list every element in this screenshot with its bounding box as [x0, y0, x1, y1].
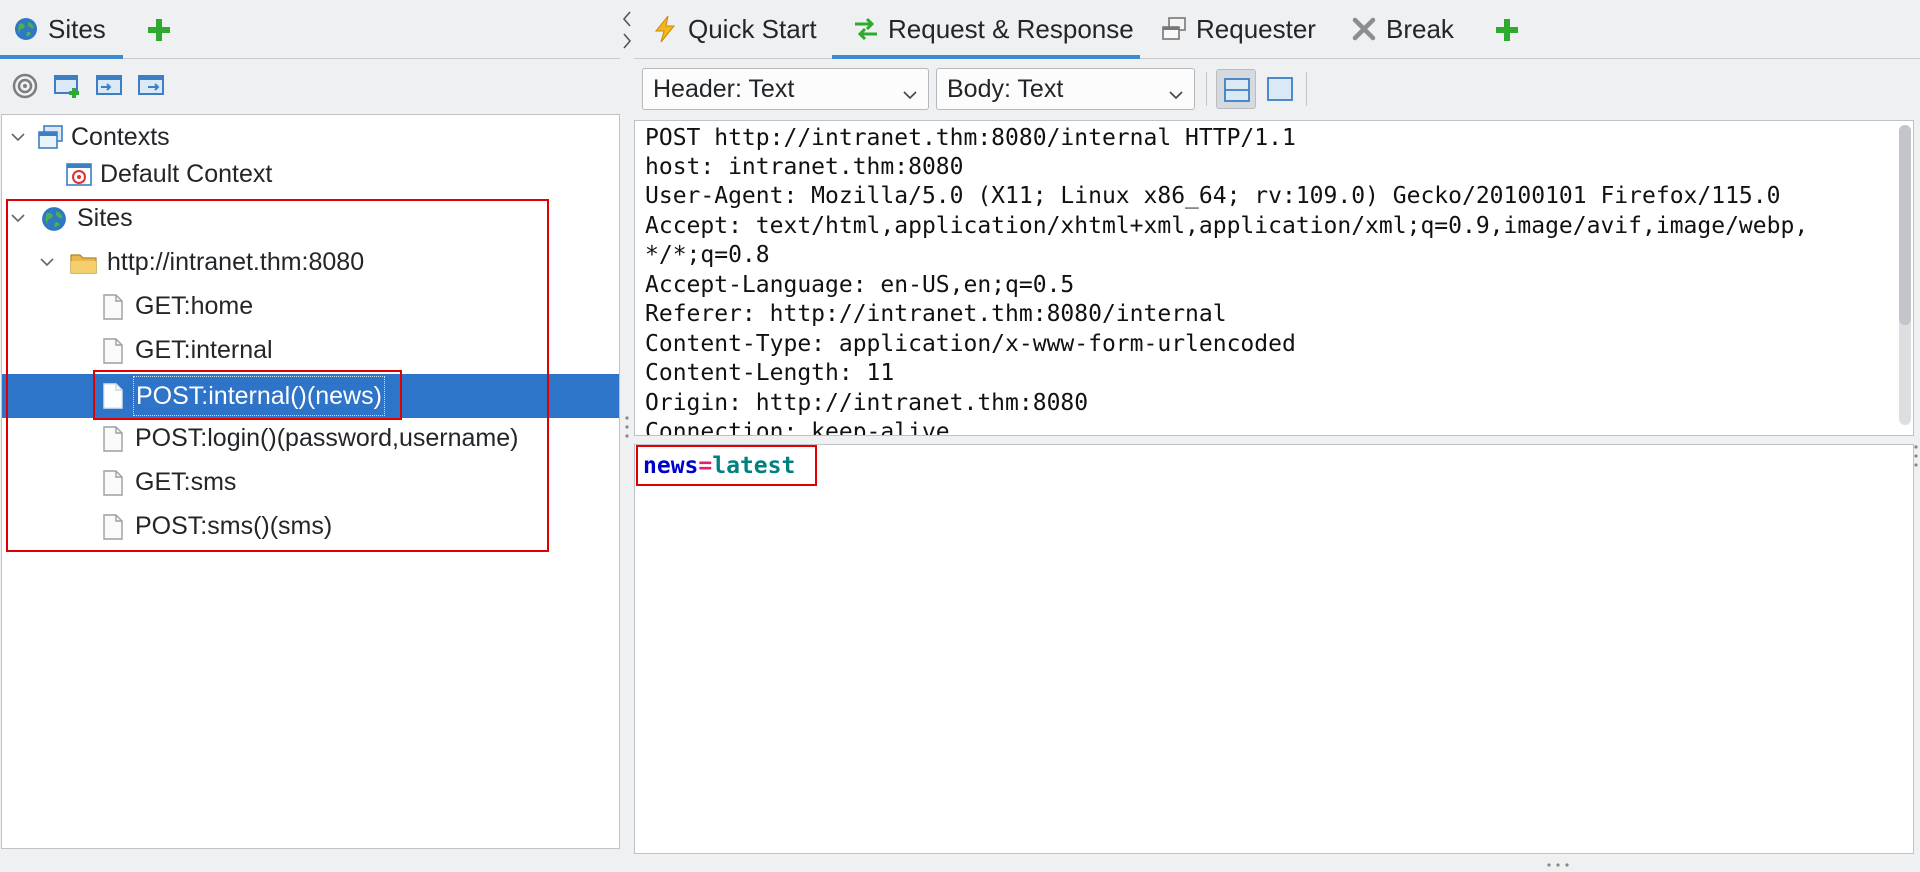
tree-node-default-context[interactable]: Default Context — [2, 154, 619, 194]
tab-requester[interactable]: Requester — [1160, 0, 1316, 58]
right-tab-bar: Quick Start Request & Response Requester… — [634, 0, 1920, 59]
tree-node-contexts[interactable]: Contexts — [2, 117, 619, 157]
file-icon — [103, 338, 129, 364]
header-line: host: intranet.thm:8080 — [645, 154, 964, 180]
add-tab-button[interactable] — [146, 17, 172, 43]
header-line: Accept-Language: en-US,en;q=0.5 — [645, 272, 1075, 298]
body-param-equals: = — [698, 453, 713, 479]
add-tab-button[interactable] — [1494, 17, 1520, 43]
chevron-down-icon[interactable] — [39, 254, 55, 270]
chevron-down-icon — [902, 81, 918, 100]
tree-node-post-internal[interactable]: POST:internal()(news) — [2, 374, 619, 418]
split-horizontal-view-button[interactable] — [1216, 69, 1256, 109]
header-line: User-Agent: Mozilla/5.0 (X11; Linux x86_… — [645, 183, 1781, 209]
cross-icon — [1350, 15, 1378, 43]
toolbar-separator — [1306, 72, 1307, 106]
chevron-left-icon[interactable] — [620, 10, 634, 33]
header-line: Origin: http://intranet.thm:8080 — [645, 390, 1089, 416]
chevron-down-icon[interactable] — [10, 210, 26, 226]
file-icon — [103, 383, 129, 409]
splitter-grip-icon — [625, 415, 629, 444]
windows-icon — [1160, 15, 1188, 43]
single-view-button[interactable] — [1260, 69, 1300, 109]
swap-arrows-icon — [852, 15, 880, 43]
tab-request-response[interactable]: Request & Response — [852, 0, 1134, 58]
active-tab-indicator — [0, 55, 123, 59]
request-body-textarea[interactable]: news=latest — [634, 444, 1914, 854]
tree-node-get-home[interactable]: GET:home — [2, 286, 619, 326]
active-tab-indicator — [832, 55, 1140, 59]
tree-node-get-internal[interactable]: GET:internal — [2, 330, 619, 370]
body-view-select[interactable]: Body: Text — [936, 68, 1195, 110]
contexts-icon — [38, 125, 64, 151]
globe-icon — [14, 17, 38, 41]
chevron-right-icon[interactable] — [620, 32, 634, 55]
left-tab-bar: Sites — [0, 0, 620, 59]
header-line: Accept: text/html,application/xhtml+xml,… — [645, 213, 1809, 239]
chevron-down-icon[interactable] — [10, 129, 26, 145]
body-param-name: news — [643, 453, 699, 479]
tree-node-get-sms[interactable]: GET:sms — [2, 462, 619, 502]
file-icon — [103, 470, 129, 496]
header-line: Connection: keep-alive — [645, 419, 950, 436]
toolbar-separator — [1206, 72, 1207, 106]
sites-tree[interactable]: Contexts Default Context Sites http://in… — [1, 114, 620, 849]
globe-icon — [41, 206, 67, 232]
splitter-grip-icon[interactable] — [1546, 854, 1570, 872]
body-line: news=latest — [643, 451, 795, 481]
tab-quick-start[interactable]: Quick Start — [652, 0, 817, 58]
tab-sites-label: Sites — [48, 13, 106, 44]
header-line: */*;q=0.8 — [645, 242, 770, 268]
single-panel-icon — [1267, 77, 1293, 106]
import-context-icon[interactable] — [96, 73, 124, 99]
split-horizontal-icon — [1224, 78, 1250, 107]
file-icon — [103, 514, 129, 540]
file-icon — [103, 426, 129, 452]
tree-node-post-sms[interactable]: POST:sms()(sms) — [2, 506, 619, 546]
pane-splitter[interactable] — [620, 0, 634, 859]
request-header-textarea[interactable]: POST http://intranet.thm:8080/internal H… — [634, 120, 1914, 436]
new-context-icon[interactable] — [54, 73, 82, 99]
scrollbar-thumb[interactable] — [1899, 125, 1911, 325]
export-context-icon[interactable] — [138, 73, 166, 99]
plus-icon — [1494, 19, 1520, 47]
tab-break[interactable]: Break — [1350, 0, 1454, 58]
view-toolbar: Header: Text Body: Text — [634, 64, 1920, 114]
header-view-select[interactable]: Header: Text — [642, 68, 929, 110]
header-line: POST http://intranet.thm:8080/internal H… — [645, 125, 1296, 151]
header-line: Referer: http://intranet.thm:8080/intern… — [645, 301, 1227, 327]
tab-sites[interactable]: Sites — [14, 0, 122, 58]
chevron-down-icon — [1168, 81, 1184, 100]
header-line: Content-Length: 11 — [645, 360, 895, 386]
header-line: Content-Type: application/x-www-form-url… — [645, 331, 1296, 357]
sites-toolbar — [0, 64, 620, 108]
tree-node-sites[interactable]: Sites — [2, 198, 619, 238]
lightning-icon — [652, 15, 680, 43]
body-param-value: latest — [712, 453, 796, 479]
context-target-icon — [66, 162, 92, 188]
tree-node-host[interactable]: http://intranet.thm:8080 — [2, 242, 619, 282]
target-icon[interactable] — [12, 73, 40, 99]
plus-icon — [146, 19, 172, 47]
file-icon — [103, 294, 129, 320]
vertical-scrollbar[interactable] — [1899, 125, 1911, 425]
folder-icon — [70, 250, 97, 276]
splitter-grip-icon[interactable] — [1914, 444, 1918, 473]
tree-node-post-login[interactable]: POST:login()(password,username) — [2, 418, 619, 458]
